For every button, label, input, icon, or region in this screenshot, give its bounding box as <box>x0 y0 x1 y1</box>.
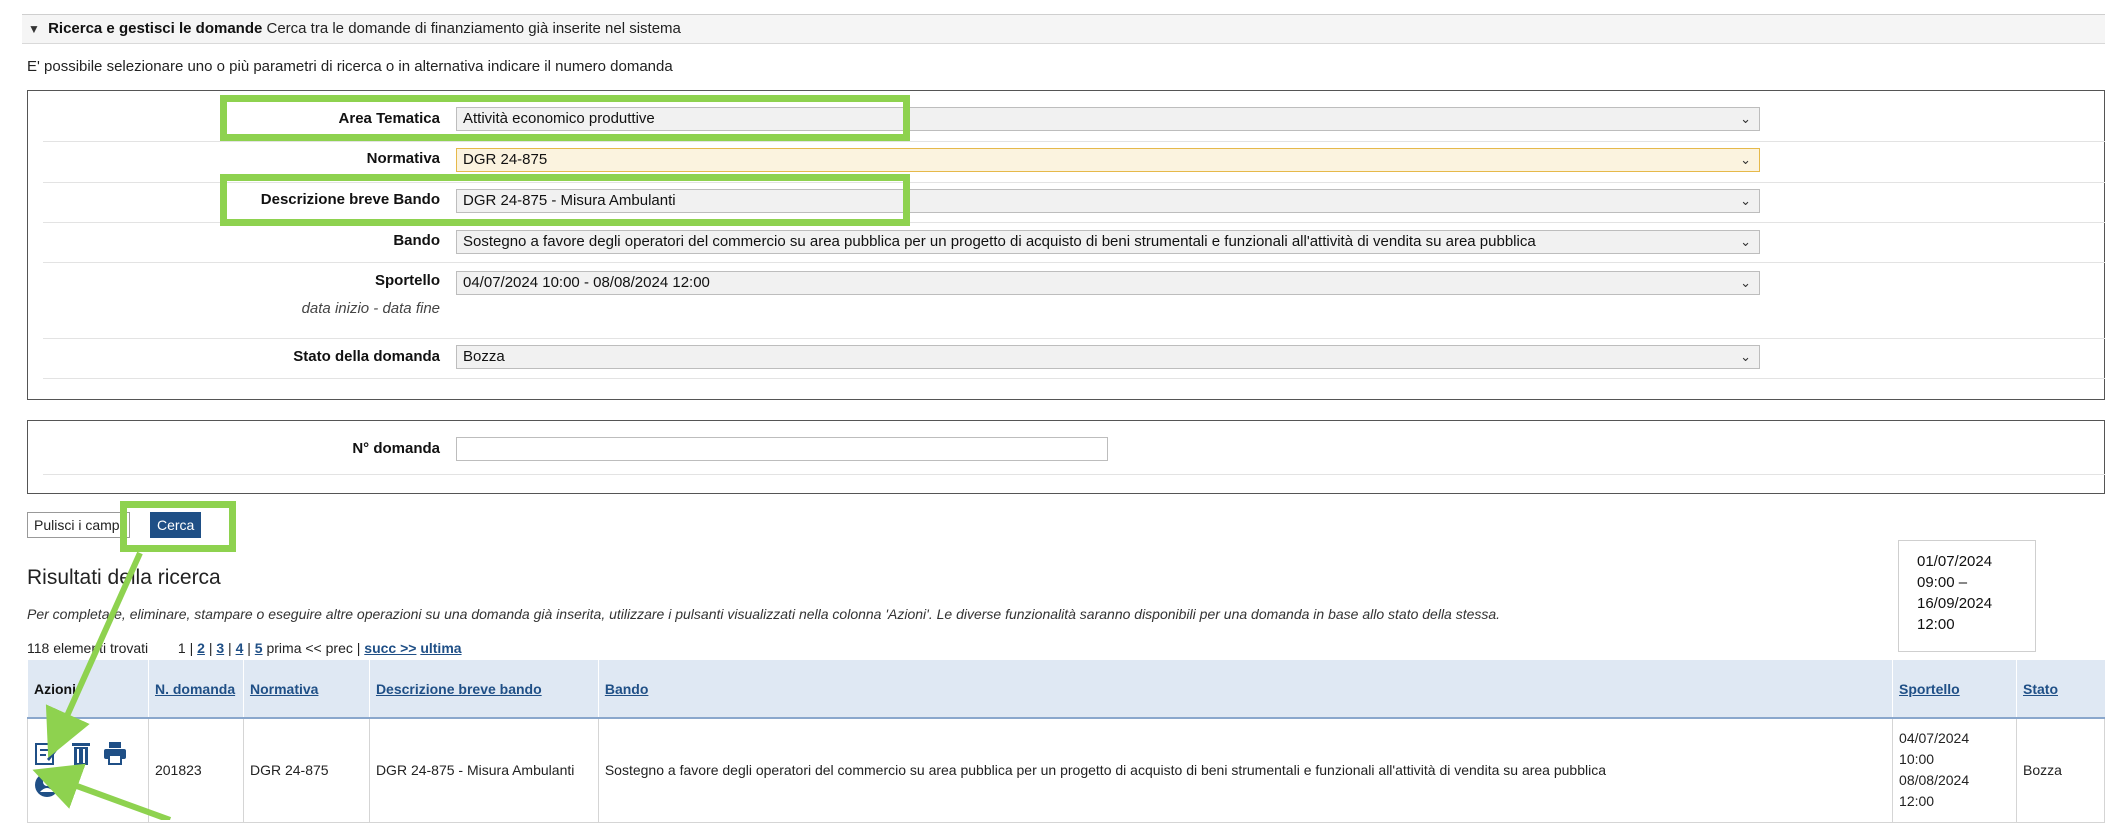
date-annotation-line: 16/09/2024 <box>1917 595 1993 612</box>
chevron-down-icon: ⌄ <box>1740 275 1751 290</box>
pager-last[interactable]: ultima <box>420 640 461 656</box>
col-sportello[interactable]: Sportello <box>1892 660 2017 719</box>
cell-stato: Bozza <box>2016 717 2105 823</box>
chevron-down-icon: ⌄ <box>1740 152 1751 167</box>
results-count: 118 elementi trovati <box>27 640 149 656</box>
pager-next[interactable]: succ >> <box>364 640 416 656</box>
date-annotation-line: 09:00 – <box>1917 574 1968 591</box>
sportello-label: Sportello <box>374 272 440 289</box>
table-row: 201823 DGR 24-875 DGR 24-875 - Misura Am… <box>27 717 2105 823</box>
highlight-search-button <box>120 501 236 552</box>
sportello-sublabel: data inizio - data fine <box>301 300 440 317</box>
clear-fields-button[interactable]: Pulisci i campi <box>27 512 130 538</box>
results-note: Per completare, eliminare, stampare o es… <box>27 606 1501 622</box>
chevron-down-icon: ⌄ <box>1740 234 1751 249</box>
pager-prev: prima << prec | <box>266 640 361 656</box>
highlight-descrizione <box>220 174 910 226</box>
date-annotation-line: 12:00 <box>1917 616 1955 633</box>
stato-label: Stato della domanda <box>293 348 440 365</box>
date-annotation-box: 01/07/2024 09:00 – 16/09/2024 12:00 <box>1898 540 2036 652</box>
col-descrizione[interactable]: Descrizione breve bando <box>368 660 599 719</box>
collapse-triangle-icon[interactable]: ▼ <box>28 22 40 36</box>
pager-current: 1 <box>177 640 186 656</box>
pager-page-2[interactable]: 2 <box>197 640 205 656</box>
chevron-down-icon: ⌄ <box>1740 349 1751 364</box>
bando-select[interactable]: Sostegno a favore degli operatori del co… <box>456 230 1760 254</box>
col-normativa[interactable]: Normativa <box>242 660 370 719</box>
numero-domanda-label: N° domanda <box>352 440 440 457</box>
intro-text: E' possibile selezionare uno o più param… <box>27 58 673 75</box>
cell-sportello: 04/07/2024 10:00 08/08/2024 12:00 <box>1892 717 2017 823</box>
pager-page-4[interactable]: 4 <box>236 640 244 656</box>
highlight-area-tematica <box>220 95 910 141</box>
col-stato[interactable]: Stato <box>2016 660 2105 719</box>
date-annotation-line: 01/07/2024 <box>1917 553 1993 570</box>
results-title: Risultati della ricerca <box>27 566 221 589</box>
pager-page-3[interactable]: 3 <box>216 640 224 656</box>
panel-subtitle: Cerca tra le domande di finanziamento gi… <box>266 20 681 37</box>
print-icon[interactable] <box>102 740 128 766</box>
pager-page-5[interactable]: 5 <box>255 640 263 656</box>
table-header-row: Azioni N. domanda Normativa Descrizione … <box>27 660 2105 719</box>
normativa-label: Normativa <box>366 150 440 167</box>
col-bando[interactable]: Bando <box>597 660 1893 719</box>
actions-cell <box>27 717 149 823</box>
cell-bando: Sostegno a favore degli operatori del co… <box>597 717 1894 823</box>
chevron-down-icon: ⌄ <box>1740 193 1751 208</box>
cell-normativa: DGR 24-875 <box>242 717 370 823</box>
edit-icon[interactable] <box>34 740 60 766</box>
sportello-select[interactable]: 04/07/2024 10:00 - 08/08/2024 12:00 ⌄ <box>456 271 1760 295</box>
pager: 118 elementi trovati 1 | 2 | 3 | 4 | 5 p… <box>27 640 462 656</box>
results-table: Azioni N. domanda Normativa Descrizione … <box>27 660 2105 823</box>
user-icon[interactable] <box>34 772 60 798</box>
trash-icon[interactable] <box>68 740 94 766</box>
stato-select[interactable]: Bozza ⌄ <box>456 345 1760 369</box>
numero-domanda-input[interactable] <box>456 437 1108 461</box>
cell-descrizione: DGR 24-875 - Misura Ambulanti <box>368 717 599 823</box>
panel-title: Ricerca e gestisci le domande <box>48 20 263 37</box>
col-n-domanda[interactable]: N. domanda <box>147 660 244 719</box>
col-azioni: Azioni <box>27 660 149 719</box>
normativa-select[interactable]: DGR 24-875 ⌄ <box>456 148 1760 172</box>
bando-label: Bando <box>393 232 440 249</box>
chevron-down-icon: ⌄ <box>1740 111 1751 126</box>
cell-n-domanda: 201823 <box>147 717 244 823</box>
panel-title-bar[interactable]: ▼ Ricerca e gestisci le domande Cerca tr… <box>22 14 2105 44</box>
